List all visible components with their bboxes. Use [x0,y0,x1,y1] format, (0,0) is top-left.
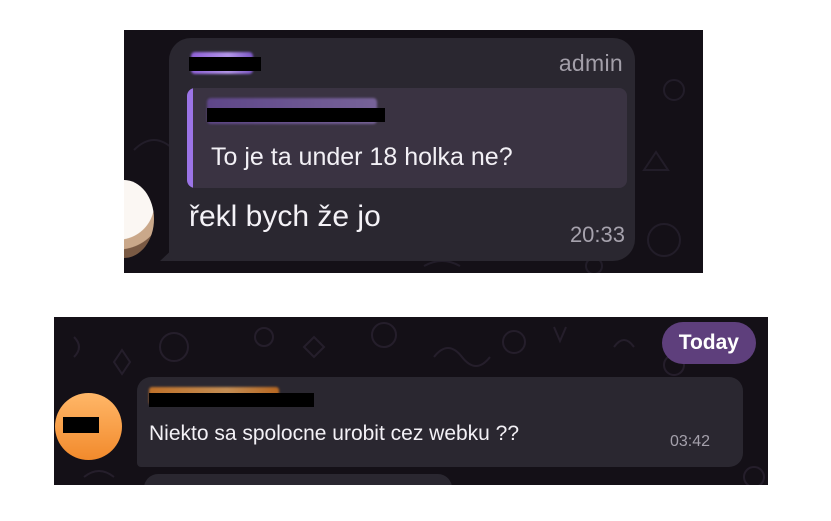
avatar-redaction [63,417,99,433]
role-badge: admin [558,50,623,76]
sender-name-redaction [149,393,314,407]
reply-quote[interactable]: To je ta under 18 holka ne? [187,88,627,188]
date-badge: Today [661,322,756,364]
quoted-sender-redaction [207,108,385,122]
message-bubble[interactable]: Niekto sa spolocne urobit cez webku ?? 0… [137,377,743,467]
next-message-bubble[interactable] [144,474,452,485]
message-bubble[interactable]: admin To je ta under 18 holka ne? řekl b… [169,38,635,261]
chat-screenshot-bottom: Today Niekto sa spolocne urobit cez webk… [54,317,768,485]
avatar[interactable] [55,393,122,460]
chat-screenshot-top: admin To je ta under 18 holka ne? řekl b… [124,30,703,273]
message-text: řekl bych že jo [189,200,381,233]
sender-name-redaction [189,57,261,71]
message-time: 20:33 [569,222,625,247]
message-text: Niekto sa spolocne urobit cez webku ?? [149,422,520,445]
quoted-text: To je ta under 18 holka ne? [211,143,513,171]
message-time: 03:42 [670,433,711,450]
